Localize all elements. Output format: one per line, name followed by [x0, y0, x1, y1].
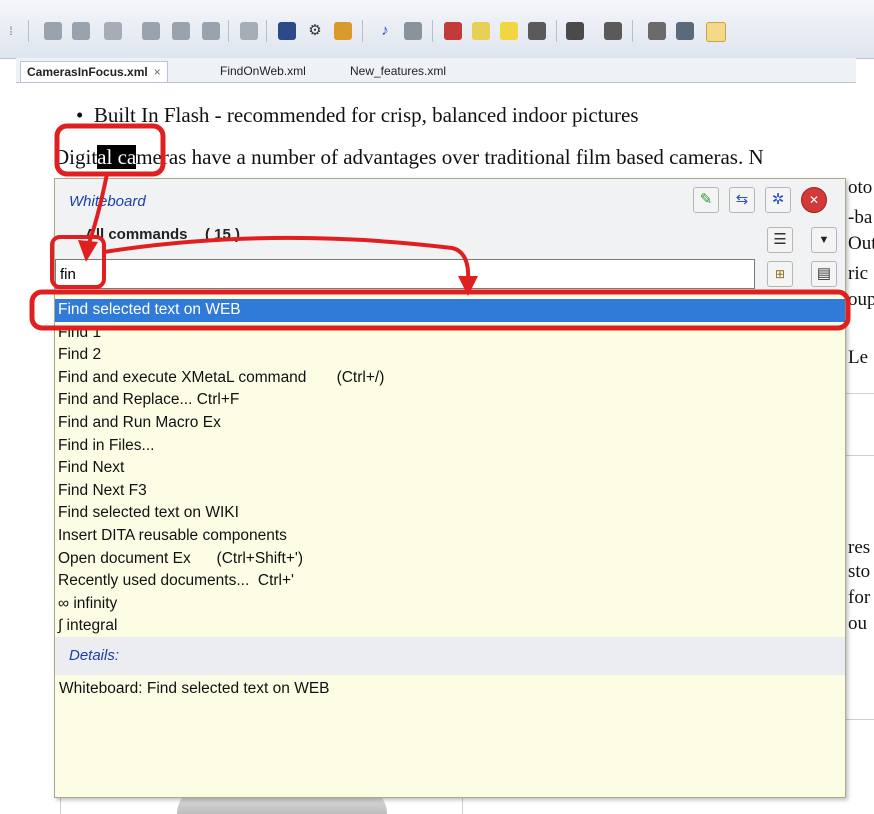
doc-2-icon[interactable]	[72, 22, 90, 40]
command-item[interactable]: Open document Ex (Ctrl+Shift+')	[55, 548, 845, 571]
toolbar-separator	[228, 20, 229, 42]
toolbar-separator	[266, 20, 267, 42]
puzzle-icon[interactable]	[528, 22, 546, 40]
command-item[interactable]: ∫ integral	[55, 615, 845, 638]
obscured-text: res	[848, 537, 871, 558]
paragraph-text-start: Digit	[54, 145, 98, 169]
close-icon[interactable]: ✕	[801, 187, 827, 213]
details-bar: Details:	[55, 637, 845, 675]
puzzle-2-icon[interactable]	[566, 22, 584, 40]
command-item[interactable]: Insert DITA reusable components	[55, 525, 845, 548]
obscured-text: Le	[848, 347, 869, 368]
paint-icon[interactable]	[240, 22, 258, 40]
tab-label: New_features.xml	[350, 64, 447, 78]
obscured-text: for	[848, 587, 871, 608]
pin-icon[interactable]: ✎	[693, 187, 719, 213]
command-item[interactable]: Find selected text on WEB	[55, 299, 845, 322]
paragraph-text-end: meras have a number of advantages over t…	[136, 145, 764, 169]
command-item[interactable]: Find selected text on WIKI	[55, 502, 845, 525]
document-tab-bar: CamerasInFocus.xml × FindOnWeb.xml New_fe…	[16, 58, 856, 83]
image-icon[interactable]	[676, 22, 694, 40]
command-item[interactable]: Find 1	[55, 322, 845, 345]
obscured-text: -ba	[848, 207, 873, 228]
doc-5-icon[interactable]	[202, 22, 220, 40]
tab-findonweb[interactable]: FindOnWeb.xml	[214, 61, 312, 81]
main-toolbar: ⁞ ⚙ ♪	[0, 0, 874, 59]
grip-icon: ⁞	[9, 24, 13, 38]
settings-icon[interactable]: ✲	[765, 187, 791, 213]
list-view-icon[interactable]: ☰	[767, 227, 793, 253]
tab-close-icon[interactable]: ×	[154, 65, 161, 79]
obscured-text: Out	[848, 233, 874, 254]
tab-label: CamerasInFocus.xml	[27, 65, 148, 79]
toolbar-separator	[432, 20, 433, 42]
tab-label: FindOnWeb.xml	[220, 64, 306, 78]
details-label: Details:	[69, 647, 120, 664]
arrow-icon[interactable]	[104, 22, 122, 40]
command-item[interactable]: Find and Replace... Ctrl+F	[55, 389, 845, 412]
command-list: Find selected text on WEB Find 1 Find 2 …	[55, 299, 845, 638]
highlighted-text: al ca	[97, 145, 137, 169]
command-count: ( 15 )	[205, 226, 241, 243]
stop-icon[interactable]	[404, 22, 422, 40]
books-icon[interactable]	[278, 22, 296, 40]
toolbar-separator	[28, 20, 29, 42]
doc-1-icon[interactable]	[44, 22, 62, 40]
book-icon[interactable]	[444, 22, 462, 40]
dropdown-icon[interactable]: ▼	[811, 227, 837, 253]
table-border	[842, 393, 874, 394]
obscured-text: oup	[848, 289, 874, 310]
clip-icon[interactable]	[472, 22, 490, 40]
bullet-marker: •	[76, 103, 84, 127]
code-icon[interactable]	[648, 22, 666, 40]
command-item[interactable]: Find Next	[55, 457, 845, 480]
edit-icon[interactable]	[706, 22, 726, 42]
user-icon[interactable]	[334, 22, 352, 40]
command-count-label: All commands	[85, 226, 188, 243]
tab-new-features[interactable]: New_features.xml	[344, 61, 452, 81]
doc-4-icon[interactable]	[172, 22, 190, 40]
paragraph: Digital cameras have a number of advanta…	[54, 145, 764, 170]
whiteboard-popup: Whiteboard All commands ( 15 ) ✎ ⇆ ✲ ✕ ☰…	[54, 178, 846, 798]
obscured-text: ou	[848, 613, 867, 634]
tab-camerasinfocus[interactable]: CamerasInFocus.xml ×	[20, 61, 168, 82]
whiteboard-title: Whiteboard	[69, 193, 146, 210]
table-border	[842, 455, 874, 456]
window-icon[interactable]	[604, 22, 622, 40]
command-item[interactable]: ∞ infinity	[55, 593, 845, 616]
document-icon[interactable]: ▤	[811, 261, 837, 287]
gear-icon[interactable]: ⚙	[306, 22, 324, 40]
toolbar-separator	[556, 20, 557, 42]
command-search-input[interactable]	[55, 259, 755, 289]
layout-icon[interactable]: ⇆	[729, 187, 755, 213]
toolbar-separator	[362, 20, 363, 42]
obscured-text: oto	[848, 177, 873, 198]
whiteboard-header: Whiteboard All commands ( 15 ) ✎ ⇆ ✲ ✕ ☰…	[55, 179, 845, 289]
command-icon[interactable]: ⊞	[767, 261, 793, 287]
bullet-text: Built In Flash - recommended for crisp, …	[93, 103, 639, 127]
command-item[interactable]: Find and Run Macro Ex	[55, 412, 845, 435]
table-border	[842, 719, 874, 720]
command-item[interactable]: Find Next F3	[55, 480, 845, 503]
command-item[interactable]: Find 2	[55, 344, 845, 367]
command-item[interactable]: Find in Files...	[55, 435, 845, 458]
details-text: Whiteboard: Find selected text on WEB	[59, 680, 330, 697]
doc-3-icon[interactable]	[142, 22, 160, 40]
bullet-item: • Built In Flash - recommended for crisp…	[76, 103, 639, 128]
command-item[interactable]: Recently used documents... Ctrl+'	[55, 570, 845, 593]
toolbar-separator	[632, 20, 633, 42]
tag-icon[interactable]	[500, 22, 518, 40]
obscured-text: sto	[848, 561, 871, 582]
command-item[interactable]: Find and execute XMetaL command (Ctrl+/)	[55, 367, 845, 390]
note-icon[interactable]: ♪	[376, 22, 394, 40]
obscured-text: ric	[848, 263, 869, 284]
